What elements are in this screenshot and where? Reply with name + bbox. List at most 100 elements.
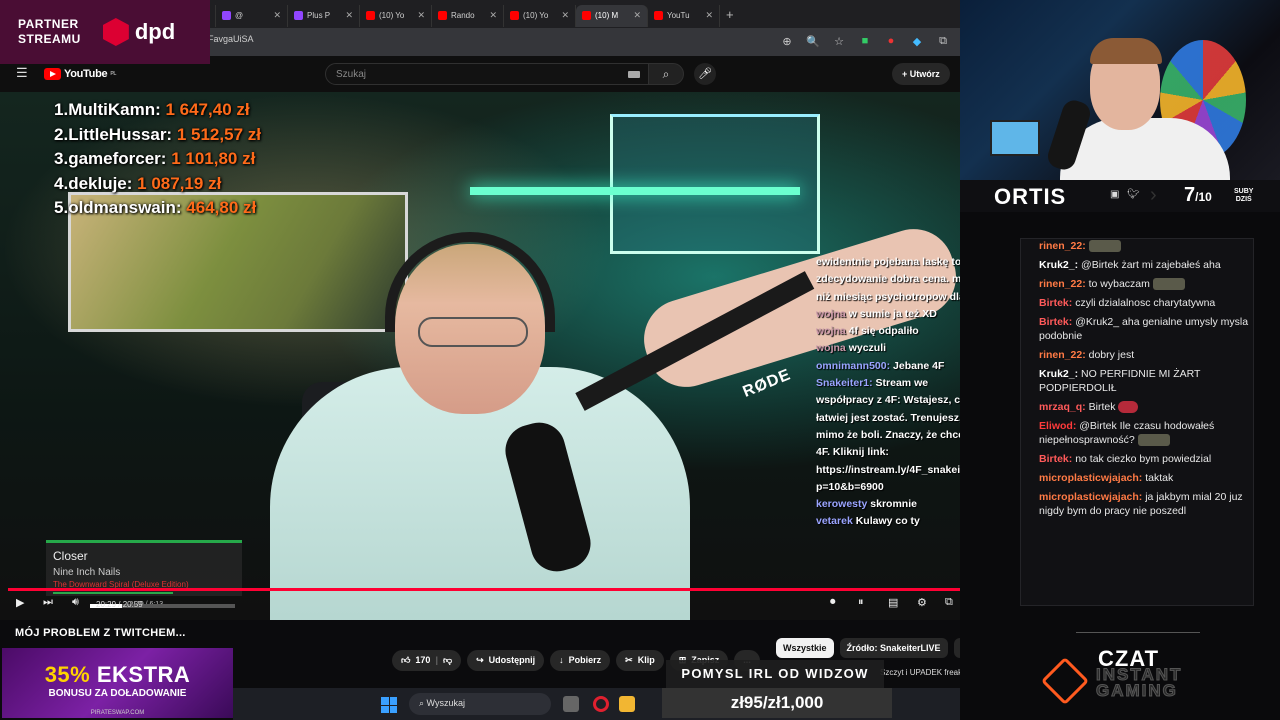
video-player[interactable]: RØDE 1.MultiKamn: 1 647,40 zł 2.LittleHus… [0,92,1020,620]
leaderboard-rank: 3. [54,149,69,168]
tab-favicon-icon [294,11,303,20]
tab-close-icon[interactable]: ✕ [345,10,353,21]
opera-icon[interactable] [593,696,609,712]
autoplay-icon[interactable]: ⏺ [830,596,836,609]
extensions-puzzle-icon[interactable]: ⧉ [936,34,950,48]
volume-icon[interactable]: 🔊︎ [72,596,79,609]
tab-close-icon[interactable]: ✕ [633,10,641,21]
share-icon: ↪ [476,655,484,665]
chevron-right-icon: › [1150,184,1157,206]
video-title: MÓJ PROBLEM Z TWITCHEM... [15,627,186,639]
chat-messages: rinen_22: Kruk2_: @Birtek żart mi zajeba… [1039,239,1249,523]
leaderboard-amount: 1 101,80 zł [171,149,256,168]
zoom-icon[interactable]: 🔍 [806,34,820,48]
subs-label2: DZIŚ [1235,196,1252,203]
browser-tab[interactable]: (10) Yo ✕ [504,4,576,27]
voice-search-icon[interactable]: 🎤︎ [694,63,716,85]
url-text[interactable]: FavgaUiSA [208,34,254,44]
tab-close-icon[interactable]: ✕ [273,10,281,21]
chat-text: no tak ciezko bym powiedzial [1075,453,1212,465]
overlay-chat-text: Jebane 4F [893,359,945,372]
screen: Yo✕Łukasz✕(5) Twi✕@✕Plus P✕(10) Yo✕Rando… [0,0,1280,720]
taskbar-search[interactable]: ⌕ Wyszukaj [409,693,551,715]
leaderboard-row: 3.gameforcer: 1 101,80 zł [54,147,261,172]
subtitles-icon[interactable]: ▤ [888,596,898,609]
partner-line2: STREAMU [18,32,81,46]
gaming-text: GAMING [1095,681,1178,700]
chat-username[interactable]: Kruk2_: [1039,259,1078,271]
extension-green-icon[interactable]: ■ [858,34,872,48]
chat-message: Kruk2_: @Birtek żart mi zajebałeś aha [1039,258,1249,272]
like-button[interactable]: 👍︎ 170 | 👎︎ [392,650,462,671]
tab-close-icon[interactable]: ✕ [705,10,713,21]
chat-text: Birtek [1088,401,1116,413]
leaderboard-name: gameforcer: [68,149,167,168]
create-button[interactable]: + Utwórz [892,63,950,85]
chat-message: Birtek: no tak ciezko bym powiedzial [1039,452,1249,466]
chat-username[interactable]: Kruk2_: [1039,368,1078,380]
youtube-region: PL [110,71,117,77]
dpd-brand-text: dpd [134,19,176,44]
chat-message: Birtek: @Kruk2_ aha genialne umysly mysl… [1039,315,1249,343]
chat-username[interactable]: rinen_22: [1039,349,1086,361]
like-count: 170 [415,655,431,665]
filter-chip[interactable]: Wszystkie [776,638,834,658]
browser-tab[interactable]: YouTu ✕ [648,4,720,27]
donation-goal: zł95/zł1,000 [662,688,892,718]
clip-button[interactable]: ✂ Klip [616,650,664,671]
share-button[interactable]: ↪ Udostępnij [467,650,545,671]
file-explorer-icon[interactable] [619,696,635,712]
browser-tab[interactable]: (10) M ✕ [576,4,648,27]
youtube-logo[interactable]: YouTube PL [44,68,116,80]
chat-username[interactable]: microplasticwjajach: [1039,472,1142,484]
subs-count: 7/10 [1184,184,1212,207]
browser-tab[interactable]: Rando ✕ [432,4,504,27]
leaderboard-row: 5.oldmanswain: 464,80 zł [54,196,261,221]
search-button[interactable]: ⌕ [648,63,684,85]
install-icon[interactable]: ⊕ [780,34,794,48]
browser-tab[interactable]: (10) Yo ✕ [360,4,432,27]
chat-message: rinen_22: [1039,239,1249,253]
tab-close-icon[interactable]: ✕ [489,10,497,21]
donation-leaderboard: 1.MultiKamn: 1 647,40 zł 2.LittleHussar: … [54,98,261,221]
play-icon[interactable]: ▶ [16,596,24,609]
browser-tab[interactable]: @ ✕ [216,4,288,27]
dislike-icon[interactable]: 👎︎ [443,650,452,671]
video-progress-bar[interactable] [8,588,1013,591]
new-tab-button[interactable]: + [726,7,734,22]
extension-red-icon[interactable]: ● [884,34,898,48]
browser-tab[interactable]: Plus P ✕ [288,4,360,27]
overlay-chat-user: wojna [816,342,846,355]
download-button[interactable]: ↓ Pobierz [550,650,611,671]
chat-message: rinen_22: to wybaczam [1039,277,1249,291]
tab-close-icon[interactable]: ✕ [417,10,425,21]
chat-username[interactable]: rinen_22: [1039,240,1086,252]
pause-icon[interactable]: ⏸ [858,596,864,609]
overlay-chat-text: w sumie ja też XD [848,307,937,320]
chat-username[interactable]: rinen_22: [1039,278,1086,290]
search-input[interactable]: Szukaj [325,63,649,85]
menu-icon[interactable]: ☰ [16,66,29,79]
tab-favicon-icon [438,11,447,20]
windows-start-icon[interactable] [381,697,397,713]
settings-icon[interactable]: ⚙ [917,596,927,609]
chat-message: microplasticwjajach: taktak [1039,471,1249,485]
tab-close-icon[interactable]: ✕ [561,10,569,21]
chat-username[interactable]: Birtek: [1039,297,1072,309]
chat-username[interactable]: mrzaq_q: [1039,401,1086,413]
keyboard-icon[interactable] [628,71,640,78]
tab-label: @ [235,11,244,20]
overlay-chat-user: omnimann500: [816,359,891,372]
chat-username[interactable]: microplasticwjajach: [1039,491,1142,503]
next-icon[interactable]: ⏭ [43,596,53,609]
chat-username[interactable]: Eliwod: [1039,420,1076,432]
miniplayer-icon[interactable]: ⧉ [945,596,953,609]
chat-username[interactable]: Birtek: [1039,453,1072,465]
star-icon[interactable]: ☆ [832,34,846,48]
task-view-icon[interactable] [563,696,579,712]
leaderboard-name: oldmanswain: [68,198,182,217]
filter-chip[interactable]: Źródło: SnakeiterLIVE [839,638,948,658]
leaderboard-rank: 2. [54,124,69,144]
extension-diamond-icon[interactable]: ◆ [910,34,924,48]
chat-username[interactable]: Birtek: [1039,316,1072,328]
